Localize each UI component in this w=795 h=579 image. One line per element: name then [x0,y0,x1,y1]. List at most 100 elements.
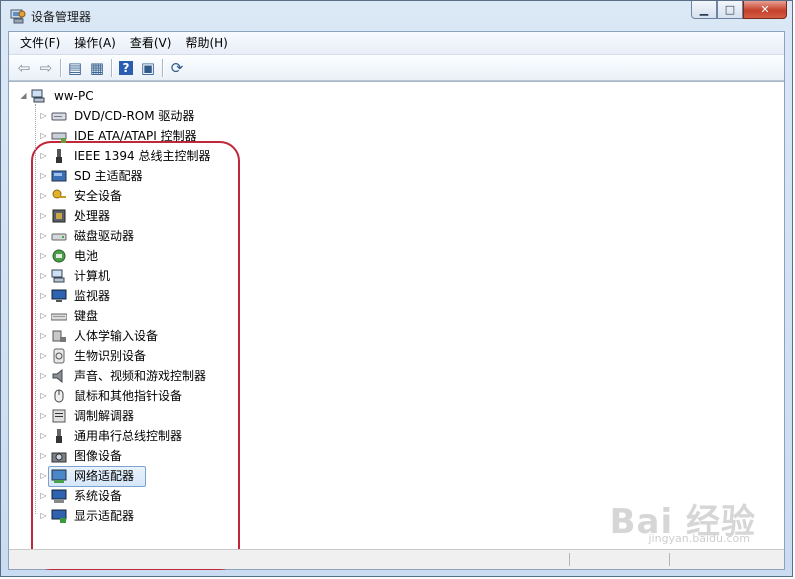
ieee1394-icon [56,148,62,163]
device-category-label: 显示适配器 [74,508,135,523]
keyboard-icon [51,313,67,320]
show-hide-tree-button[interactable]: ▤ [64,57,86,79]
expand-arrow-icon[interactable]: ▷ [39,451,48,460]
minimize-button[interactable]: ▁ [691,1,717,19]
sd-adapter-icon [51,170,67,181]
device-manager-icon [10,9,26,24]
device-category[interactable]: ▷ 人体学输入设备 [39,326,160,345]
forward-icon: ⇨ [39,58,53,77]
expand-arrow-icon[interactable]: ▷ [39,251,48,260]
expand-arrow-icon[interactable]: ▷ [39,511,48,520]
device-category-label: 通用串行总线控制器 [74,428,183,443]
maximize-button[interactable]: □ [717,1,743,19]
expand-arrow-icon[interactable]: ▷ [39,471,48,480]
device-category[interactable]: ▷ 电池 [39,246,100,265]
back-button[interactable]: ⇦ [13,57,35,79]
device-category[interactable]: ▷ 系统设备 [39,486,124,505]
network-adapter-icon [51,469,67,483]
toolbar-separator [60,58,61,77]
device-category-label: 监视器 [74,288,111,303]
device-category[interactable]: ▷ 处理器 [39,206,112,225]
ide-controller-icon [51,132,67,143]
device-category[interactable]: ▷ 生物识别设备 [39,346,148,365]
expand-arrow-icon[interactable]: ▷ [39,391,48,400]
device-category[interactable]: ▷ IEEE 1394 总线主控制器 [39,146,212,165]
device-category[interactable]: ▷ 鼠标和其他指针设备 [39,386,184,405]
properties-button[interactable]: ▦ [86,57,108,79]
expand-arrow-icon[interactable]: ▷ [39,191,48,200]
menu-item[interactable]: 查看(V) [123,33,179,53]
device-category[interactable]: ▷ 键盘 [39,306,100,325]
help-icon: ? [118,60,134,75]
scan-hardware-icon: ⟳ [170,58,184,77]
expand-arrow-icon[interactable]: ▷ [39,131,48,140]
device-category[interactable]: ▷ 安全设备 [39,186,124,205]
device-category-label: 电池 [74,248,99,263]
menu-item[interactable]: 帮助(H) [178,33,234,53]
device-category-label: 声音、视频和游戏控制器 [74,368,207,383]
toolbar: ⇦ ⇨ ▤ ▦? ▣ ⟳ [9,55,784,81]
menu-item[interactable]: 文件(F) [13,33,67,53]
expand-arrow-icon[interactable]: ▷ [39,291,48,300]
expand-arrow-icon[interactable]: ▷ [39,331,48,340]
device-category[interactable]: ▷ IDE ATA/ATAPI 控制器 [39,126,199,145]
toolbar-separator [111,58,112,77]
disk-drive-icon [51,233,67,240]
menu-item[interactable]: 操作(A) [67,33,123,53]
battery-icon [52,249,66,262]
device-category-label: IEEE 1394 总线主控制器 [74,148,211,163]
expand-arrow-icon[interactable]: ▷ [39,371,48,380]
device-category[interactable]: ▷ 图像设备 [39,446,124,465]
view-button[interactable]: ▣ [137,57,159,79]
expand-arrow-icon[interactable]: ▷ [39,271,48,280]
device-category[interactable]: ▷ 磁盘驱动器 [39,226,136,245]
view-icon: ▣ [140,58,156,77]
computer-icon [51,269,65,282]
expand-arrow-icon[interactable]: ▷ [39,151,48,160]
device-category[interactable]: ▷ 计算机 [39,266,112,285]
device-category[interactable]: ▷ 通用串行总线控制器 [39,426,184,445]
device-manager-window: 设备管理器 ▁ □ ✕ 文件(F) 操作(A) 查看(V) 帮助(H) ⇦ ⇨ ▤ ▦? ▣ ⟳… [0,0,793,577]
device-category-label: 磁盘驱动器 [74,228,135,243]
device-category[interactable]: ▷ DVD/CD-ROM 驱动器 [39,106,196,125]
device-category[interactable]: ▷ 监视器 [39,286,112,305]
device-category[interactable]: ▷ 声音、视频和游戏控制器 [39,366,208,385]
collapse-icon[interactable]: ◢ [19,91,28,100]
device-category[interactable]: ▷ 网络适配器 [39,466,136,485]
forward-button[interactable]: ⇨ [35,57,57,79]
expand-arrow-icon[interactable]: ▷ [39,411,48,420]
expand-arrow-icon[interactable]: ▷ [39,311,48,320]
expand-arrow-icon[interactable]: ▷ [39,111,48,120]
system-device-icon [51,489,67,503]
help-button[interactable]: ? [115,57,137,79]
device-category-label: 计算机 [74,268,111,283]
tree-connector-line [35,104,36,514]
device-category-label: 生物识别设备 [74,348,147,363]
display-adapter-icon [51,509,67,523]
device-tree[interactable]: Bai 经验 jingyan.baidu.com ◢ ww-PC ▷ DVD/CD-R… [9,81,784,570]
device-category-label: 人体学输入设备 [74,328,159,343]
title-bar[interactable]: 设备管理器 ▁ □ ✕ [1,1,792,31]
device-category[interactable]: ▷ SD 主适配器 [39,166,145,185]
device-category[interactable]: ▷ 显示适配器 [39,506,136,525]
device-category-label: 系统设备 [74,488,123,503]
expand-arrow-icon[interactable]: ▷ [39,171,48,180]
computer-icon [31,89,45,102]
device-category[interactable]: ▷ 调制解调器 [39,406,136,425]
scan-hardware-button[interactable]: ⟳ [166,57,188,79]
expand-arrow-icon[interactable]: ▷ [39,351,48,360]
toolbar-separator [162,58,163,77]
expand-arrow-icon[interactable]: ▷ [39,491,48,500]
device-category-label: 图像设备 [74,448,123,463]
back-icon: ⇦ [17,58,31,77]
camera-icon [51,452,67,462]
client-area: 文件(F) 操作(A) 查看(V) 帮助(H) ⇦ ⇨ ▤ ▦? ▣ ⟳ Bai 经验 jing… [8,31,785,570]
tree-root[interactable]: ◢ ww-PC [19,86,96,105]
expand-arrow-icon[interactable]: ▷ [39,231,48,240]
expand-arrow-icon[interactable]: ▷ [39,431,48,440]
device-category-label: SD 主适配器 [74,168,143,183]
expand-arrow-icon[interactable]: ▷ [39,211,48,220]
close-button[interactable]: ✕ [743,1,787,19]
device-category-label: 键盘 [74,308,99,323]
watermark-url: jingyan.baidu.com [648,532,750,545]
